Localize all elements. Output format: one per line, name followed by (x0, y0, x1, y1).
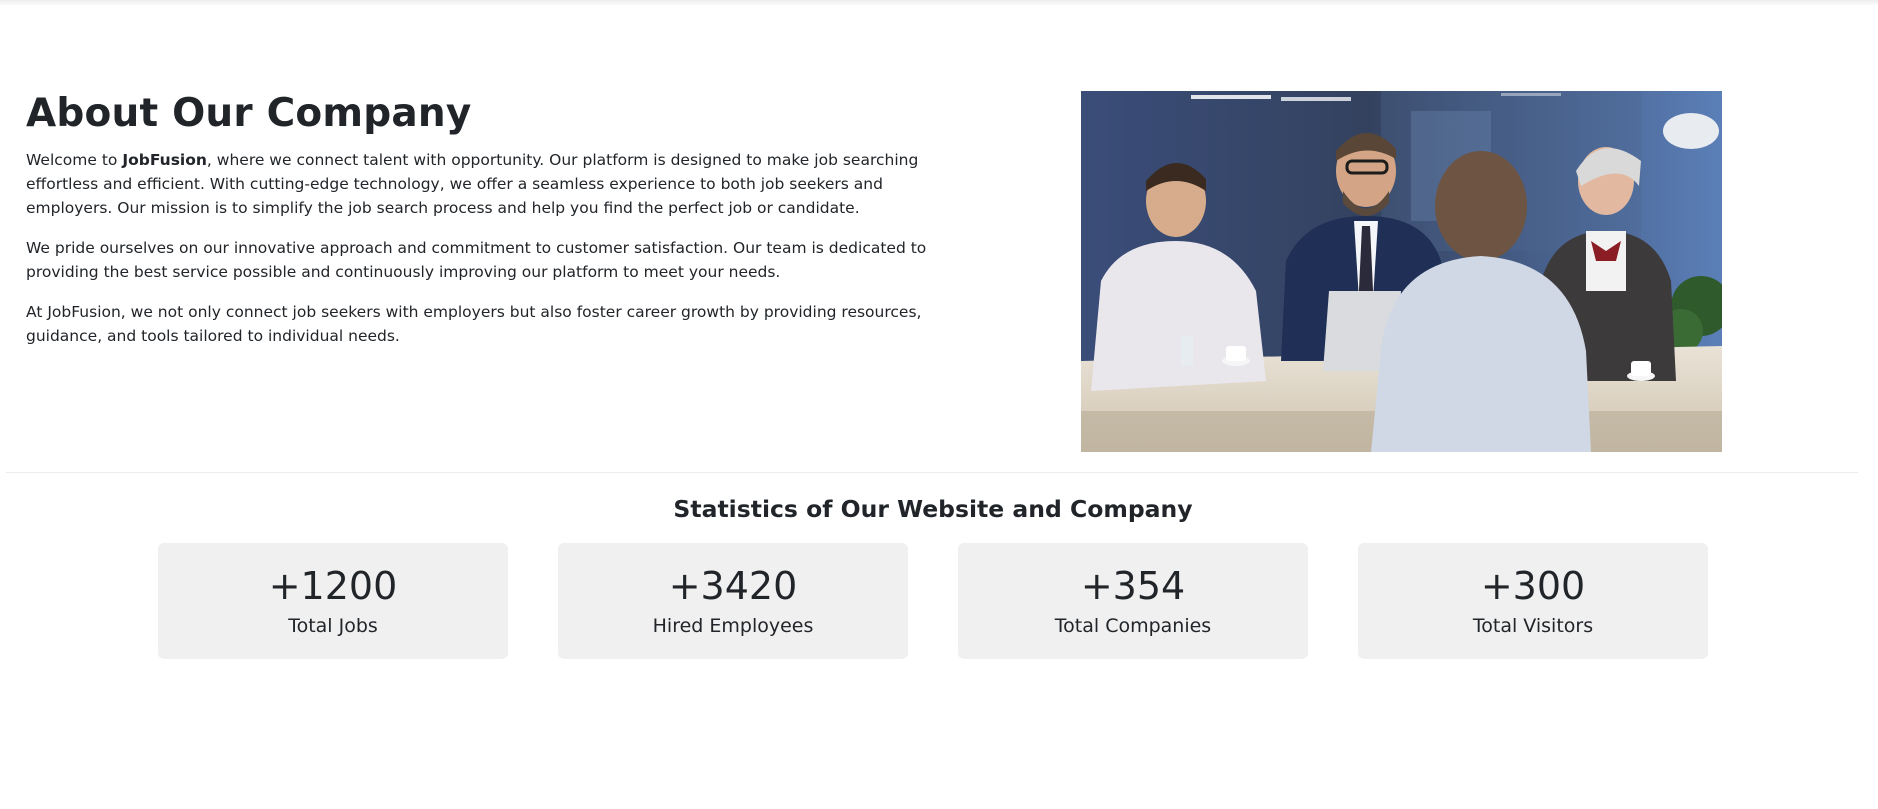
stat-card-total-jobs: +1200 Total Jobs (158, 543, 508, 659)
stat-card-hired-employees: +3420 Hired Employees (558, 543, 908, 659)
stat-card-total-visitors: +300 Total Visitors (1358, 543, 1708, 659)
stat-label: Total Jobs (288, 615, 378, 637)
stat-value: +300 (1480, 564, 1586, 608)
section-divider (6, 472, 1858, 473)
about-paragraph-2: We pride ourselves on our innovative app… (26, 239, 927, 281)
about-paragraph-1: Welcome to JobFusion, where we connect t… (26, 148, 946, 220)
team-meeting-photo (1081, 91, 1722, 452)
stat-value: +354 (1080, 564, 1186, 608)
stat-label: Hired Employees (652, 615, 814, 637)
stat-label: Total Visitors (1472, 615, 1594, 637)
about-section: About Our Company Welcome to JobFusion, … (26, 90, 946, 364)
stat-card-total-companies: +354 Total Companies (958, 543, 1308, 659)
about-title: About Our Company (26, 91, 472, 136)
navbar-shadow (0, 0, 1878, 6)
stat-label: Total Companies (1054, 615, 1212, 637)
stat-value: +1200 (268, 564, 398, 608)
stats-title: Statistics of Our Website and Company (673, 495, 1193, 523)
about-paragraph-1-prefix: Welcome to (26, 151, 123, 169)
about-paragraph-3: At JobFusion, we not only connect job se… (26, 303, 922, 345)
stat-value: +3420 (668, 564, 798, 608)
brand-name: JobFusion (122, 151, 207, 169)
